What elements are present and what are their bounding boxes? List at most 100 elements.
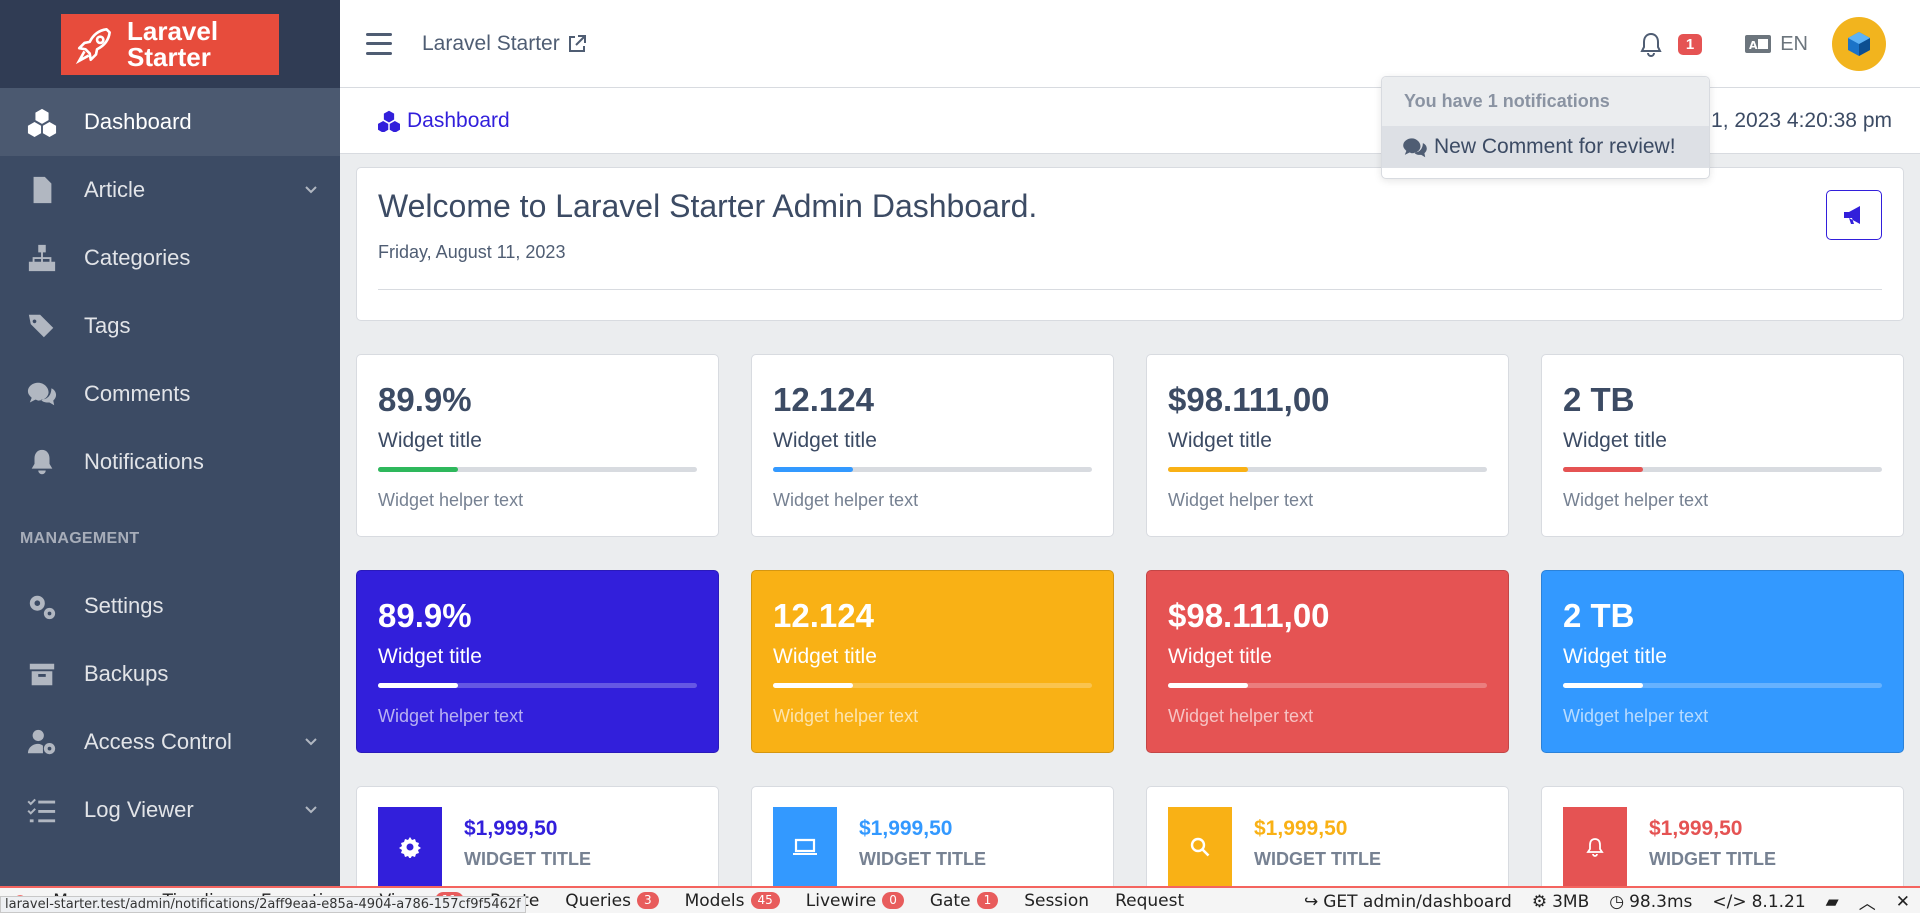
widget-price: $1,999,50 — [859, 817, 953, 840]
debugbar-tab-label: Models — [684, 890, 745, 911]
comments-icon — [26, 378, 58, 410]
widget-progress-fill — [1563, 683, 1643, 688]
chevron-down-icon[interactable] — [304, 802, 318, 816]
file-icon — [26, 174, 58, 206]
widget-value: $98.111,00 — [1168, 381, 1330, 418]
brand-logo[interactable]: Laravel Starter — [61, 13, 279, 75]
debugbar-tab-label: Queries — [565, 890, 631, 911]
language-switcher[interactable]: A EN — [1744, 33, 1808, 56]
sidebar-item-notifications[interactable]: Notifications — [0, 428, 340, 496]
widget-helper: Widget helper text — [1168, 490, 1314, 510]
brand-area: Laravel Starter — [0, 0, 340, 88]
debugbar-tab-label: Request — [1115, 890, 1185, 911]
sidebar-item-backups[interactable]: Backups — [0, 640, 340, 708]
notification-item[interactable]: New Comment for review! — [1382, 126, 1709, 168]
cubes-icon — [26, 106, 58, 138]
widget-value: 2 TB — [1563, 381, 1635, 418]
widget-progress — [378, 683, 697, 688]
cogs-icon: ⚙ — [1531, 891, 1548, 912]
icon-widget-card: $1,999,50 WIDGET TITLE — [1146, 786, 1509, 896]
debugbar-tab-queries[interactable]: Queries 3 — [552, 888, 671, 913]
debugbar-php: </> 8.1.21 — [1702, 892, 1815, 912]
widget-progress — [1168, 467, 1487, 472]
debugbar-tab-livewire[interactable]: Livewire 0 — [793, 888, 917, 913]
debugbar-tab-label: Session — [1024, 890, 1090, 911]
folder-open-icon[interactable]: ▰ — [1816, 892, 1849, 912]
chevron-up-icon[interactable]: ︿ — [1849, 889, 1886, 913]
widget-progress — [773, 683, 1092, 688]
widget-progress-fill — [773, 467, 853, 472]
chevron-down-icon[interactable] — [304, 734, 318, 748]
debugbar-request[interactable]: ↪ GET admin/dashboard — [1294, 892, 1522, 912]
sidebar-item-access-control[interactable]: Access Control — [0, 708, 340, 776]
avatar-cube-icon — [1848, 32, 1870, 56]
bell-icon — [26, 446, 58, 478]
sidebar-item-label: Tags — [84, 313, 131, 338]
debugbar-tab-request[interactable]: Request — [1102, 888, 1197, 913]
widget-helper: Widget helper text — [378, 490, 524, 510]
sidebar-item-comments[interactable]: Comments — [0, 360, 340, 428]
debugbar-tab-session[interactable]: Session — [1011, 888, 1102, 913]
widget-price: $1,999,50 — [1649, 817, 1743, 840]
widget-progress — [378, 467, 697, 472]
menu-toggle-icon[interactable] — [366, 32, 392, 55]
debugbar-count-badge: 3 — [636, 892, 659, 909]
sidebar-item-log-viewer[interactable]: Log Viewer — [0, 776, 340, 844]
widget-card-colored: 2 TB Widget title Widget helper text — [1541, 570, 1904, 753]
megaphone-icon — [1844, 206, 1860, 224]
icon-widget-card: $1,999,50 WIDGET TITLE — [356, 786, 719, 896]
divider — [378, 289, 1882, 290]
sidebar-item-categories[interactable]: Categories — [0, 224, 340, 292]
widget-card: 89.9% Widget title Widget helper text — [356, 354, 719, 537]
list-check-icon — [26, 794, 58, 826]
brand-line-2: Starter — [127, 42, 211, 72]
debugbar-php-label: 8.1.21 — [1751, 891, 1806, 912]
archive-icon — [26, 658, 58, 690]
icon-widget-card: $1,999,50 WIDGET TITLE — [1541, 786, 1904, 896]
widget-progress-fill — [1168, 467, 1248, 472]
sidebar-item-label: Dashboard — [84, 109, 192, 134]
widget-helper: Widget helper text — [1563, 706, 1709, 726]
notification-item-label: New Comment for review! — [1434, 135, 1676, 158]
widget-title: WIDGET TITLE — [859, 849, 986, 869]
avatar[interactable] — [1832, 17, 1886, 71]
sidebar-item-dashboard[interactable]: Dashboard — [0, 88, 340, 156]
widget-card-colored: 12.124 Widget title Widget helper text — [751, 570, 1114, 753]
share-icon: ↪ — [1303, 891, 1319, 912]
sidebar-item-label: Access Control — [84, 729, 232, 754]
sidebar-item-tags[interactable]: Tags — [0, 292, 340, 360]
language-icon: A — [1745, 35, 1772, 53]
debugbar-tab-models[interactable]: Models 45 — [672, 888, 793, 913]
gear-icon — [378, 807, 442, 887]
widget-progress-fill — [378, 683, 458, 688]
debugbar-time: ◷ 98.3ms — [1599, 892, 1702, 912]
cogs-icon — [26, 590, 58, 622]
widget-title: Widget title — [1563, 645, 1667, 668]
breadcrumb[interactable]: Dashboard — [377, 109, 510, 133]
sidebar-item-article[interactable]: Article — [0, 156, 340, 224]
debugbar-tab-gate[interactable]: Gate 1 — [917, 888, 1011, 913]
widget-card: $98.111,00 Widget title Widget helper te… — [1146, 354, 1509, 537]
announcement-button[interactable] — [1826, 190, 1882, 240]
chevron-down-icon[interactable] — [304, 182, 318, 196]
widget-title: Widget title — [378, 645, 482, 668]
widget-helper: Widget helper text — [773, 706, 919, 726]
sidebar-item-label: Log Viewer — [84, 797, 194, 822]
search-icon — [1168, 807, 1232, 887]
widget-card-colored: 89.9% Widget title Widget helper text — [356, 570, 719, 753]
widget-helper: Widget helper text — [378, 706, 524, 726]
widget-value: 89.9% — [378, 597, 472, 634]
widget-value: 2 TB — [1563, 597, 1635, 634]
close-icon[interactable]: ✕ — [1886, 892, 1920, 912]
widget-title: WIDGET TITLE — [1254, 849, 1381, 869]
bell-icon — [1563, 807, 1627, 887]
comments-icon — [1403, 138, 1427, 158]
sidebar-item-settings[interactable]: Settings — [0, 572, 340, 640]
widget-value: $98.111,00 — [1168, 597, 1330, 634]
notification-badge: 1 — [1677, 33, 1703, 55]
notification-toggle[interactable]: 1 — [1636, 29, 1703, 59]
widget-title: WIDGET TITLE — [464, 849, 591, 869]
welcome-date: Friday, August 11, 2023 — [378, 242, 566, 262]
app-link[interactable]: Laravel Starter — [422, 32, 588, 56]
tags-icon — [26, 310, 58, 342]
